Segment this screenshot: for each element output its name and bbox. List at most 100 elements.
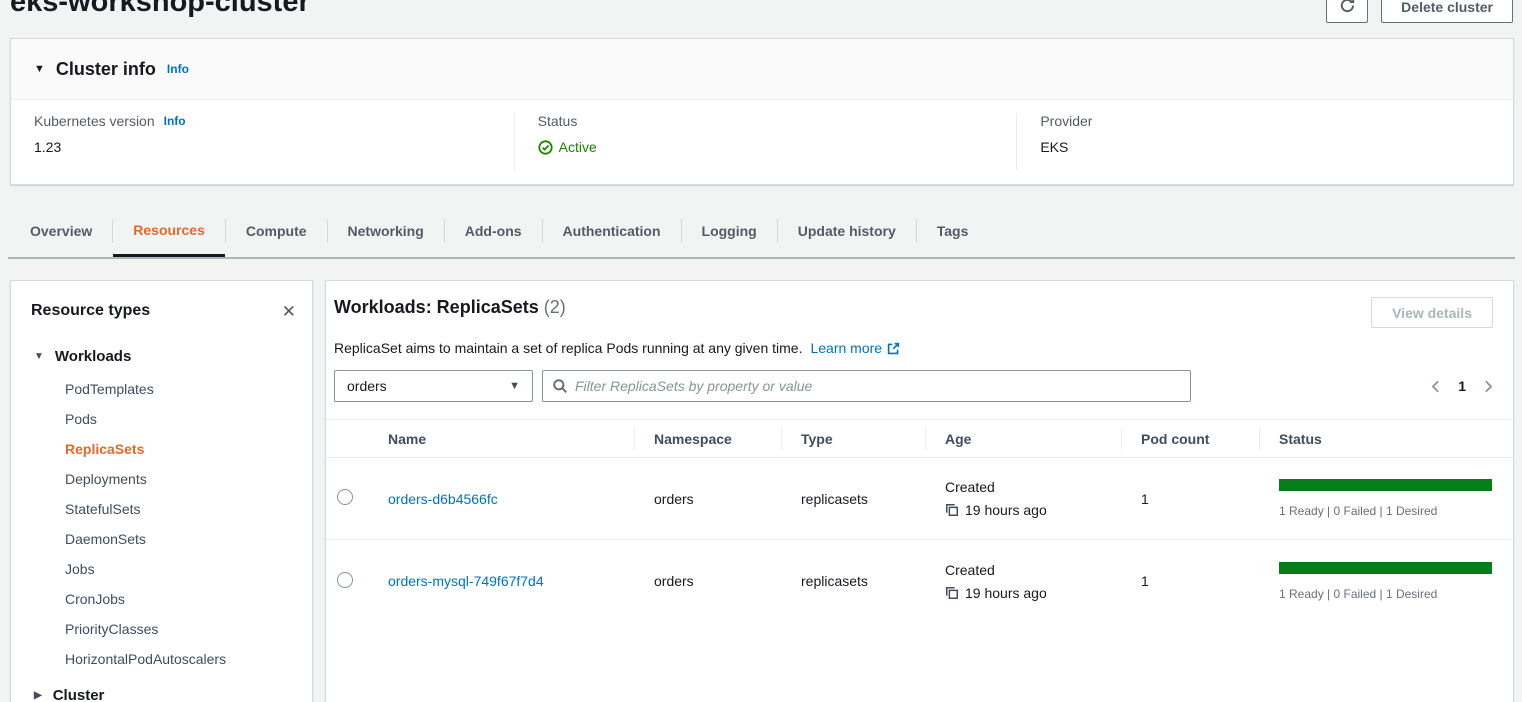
age-value: 19 hours ago [965, 585, 1047, 601]
table-row: orders-mysql-749f67f7d4 orders replicase… [326, 540, 1513, 622]
property-filter-dropdown[interactable]: orders ▼ [334, 370, 533, 402]
sidebar-header: Resource types ✕ [11, 281, 312, 320]
caret-down-icon: ▼ [34, 63, 45, 75]
copy-icon[interactable] [945, 586, 959, 600]
name-cell: orders-d6b4566fc [378, 491, 634, 507]
tab-networking[interactable]: Networking [328, 205, 444, 257]
sidebar-item-jobs[interactable]: Jobs [11, 554, 312, 584]
tab-overview[interactable]: Overview [10, 205, 112, 257]
current-page[interactable]: 1 [1458, 378, 1466, 394]
tab-resources[interactable]: Resources [113, 205, 225, 257]
column-header-namespace[interactable]: Namespace [634, 420, 781, 457]
cluster-info-panel: ▼ Cluster info Info Kubernetes version I… [10, 38, 1514, 185]
filter-controls: orders ▼ [326, 370, 1513, 402]
tab-compute[interactable]: Compute [226, 205, 327, 257]
column-header-status[interactable]: Status [1259, 420, 1513, 457]
replicasets-panel-header: Workloads: ReplicaSets (2) View details [326, 281, 1513, 328]
refresh-button[interactable] [1326, 0, 1368, 23]
sidebar-group-workloads[interactable]: ▼ Workloads [11, 348, 312, 365]
replicasets-description: ReplicaSet aims to maintain a set of rep… [326, 340, 1513, 356]
status-bar [1279, 562, 1492, 574]
provider-label: Provider [1040, 113, 1092, 129]
copy-icon[interactable] [945, 503, 959, 517]
view-details-button[interactable]: View details [1371, 297, 1493, 328]
cluster-info-header[interactable]: ▼ Cluster info Info [11, 39, 1513, 100]
namespace-cell: orders [634, 573, 781, 589]
row-radio-button[interactable] [337, 572, 353, 588]
learn-more-link[interactable]: Learn more [810, 340, 900, 356]
provider-value: EKS [1040, 139, 1513, 155]
workloads-group-label: Workloads [55, 348, 131, 365]
sidebar-item-cronjobs[interactable]: CronJobs [11, 584, 312, 614]
tabs-baseline [8, 257, 1515, 259]
row-select-cell [326, 572, 378, 591]
sidebar-item-daemonsets[interactable]: DaemonSets [11, 524, 312, 554]
age-created-label: Created [945, 562, 1121, 578]
close-icon[interactable]: ✕ [282, 303, 296, 320]
status-bar [1279, 479, 1492, 491]
kubernetes-version-info-link[interactable]: Info [164, 114, 186, 128]
replicasets-search [542, 370, 1191, 402]
cluster-info-info-link[interactable]: Info [167, 62, 189, 76]
age-created-label: Created [945, 479, 1121, 495]
status-field: Status Active [514, 113, 1017, 171]
select-all-header [326, 420, 378, 457]
replicaset-name-link[interactable]: orders-mysql-749f67f7d4 [388, 573, 544, 589]
name-cell: orders-mysql-749f67f7d4 [378, 573, 634, 589]
column-header-pod-count[interactable]: Pod count [1121, 420, 1259, 457]
kubernetes-version-label: Kubernetes version [34, 113, 155, 129]
tab-tags[interactable]: Tags [917, 205, 989, 257]
sidebar-item-horizontalpodautoscalers[interactable]: HorizontalPodAutoscalers [11, 644, 312, 674]
status-value: Active [538, 139, 1017, 155]
pod-count-cell: 1 [1121, 573, 1259, 589]
sidebar-group-cluster[interactable]: ▶ Cluster [11, 687, 312, 702]
pod-count-cell: 1 [1121, 491, 1259, 507]
replicasets-panel: Workloads: ReplicaSets (2) View details … [325, 280, 1514, 702]
replicaset-name-link[interactable]: orders-d6b4566fc [388, 491, 498, 507]
sidebar-item-podtemplates[interactable]: PodTemplates [11, 374, 312, 404]
age-value: 19 hours ago [965, 502, 1047, 518]
cluster-info-body: Kubernetes version Info 1.23 Status [11, 100, 1513, 184]
column-header-type[interactable]: Type [781, 420, 925, 457]
status-text: 1 Ready | 0 Failed | 1 Desired [1279, 504, 1513, 518]
replicasets-heading: Workloads: ReplicaSets (2) [334, 297, 566, 318]
search-icon [552, 378, 568, 394]
sidebar-item-deployments[interactable]: Deployments [11, 464, 312, 494]
check-circle-icon [538, 140, 553, 155]
chevron-left-icon [1429, 379, 1443, 394]
previous-page-button[interactable] [1429, 379, 1443, 394]
next-page-button[interactable] [1481, 379, 1495, 394]
refresh-icon [1339, 0, 1356, 17]
tab-authentication[interactable]: Authentication [543, 205, 681, 257]
header-actions: Delete cluster [1326, 0, 1513, 23]
resource-types-sidebar: Resource types ✕ ▼ Workloads PodTemplate… [10, 280, 313, 702]
caret-down-icon: ▼ [509, 380, 520, 392]
status-cell: 1 Ready | 0 Failed | 1 Desired [1259, 479, 1513, 518]
provider-field: Provider EKS [1016, 113, 1513, 171]
status-cell: 1 Ready | 0 Failed | 1 Desired [1259, 562, 1513, 601]
tab-update-history[interactable]: Update history [778, 205, 916, 257]
type-cell: replicasets [781, 491, 925, 507]
tab-logging[interactable]: Logging [682, 205, 777, 257]
age-cell: Created 19 hours ago [925, 479, 1121, 518]
status-label: Status [538, 113, 578, 129]
column-header-name[interactable]: Name [378, 420, 634, 457]
sidebar-item-pods[interactable]: Pods [11, 404, 312, 434]
replicasets-count: (2) [544, 297, 566, 317]
caret-right-icon: ▶ [34, 690, 42, 701]
sidebar-item-priorityclasses[interactable]: PriorityClasses [11, 614, 312, 644]
type-cell: replicasets [781, 573, 925, 589]
search-input[interactable] [575, 378, 1181, 394]
cluster-tabs: Overview Resources Compute Networking Ad… [10, 205, 988, 257]
chevron-right-icon [1481, 379, 1495, 394]
status-text: 1 Ready | 0 Failed | 1 Desired [1279, 587, 1513, 601]
tab-add-ons[interactable]: Add-ons [445, 205, 542, 257]
sidebar-item-replicasets[interactable]: ReplicaSets [11, 434, 312, 464]
delete-cluster-button[interactable]: Delete cluster [1381, 0, 1513, 23]
row-radio-button[interactable] [337, 489, 353, 505]
eks-console-screen: eks-workshop-cluster Delete cluster ▼ Cl… [0, 0, 1522, 702]
sidebar-item-statefulsets[interactable]: StatefulSets [11, 494, 312, 524]
caret-down-icon: ▼ [34, 351, 44, 362]
dropdown-value: orders [347, 378, 387, 394]
column-header-age[interactable]: Age [925, 420, 1121, 457]
